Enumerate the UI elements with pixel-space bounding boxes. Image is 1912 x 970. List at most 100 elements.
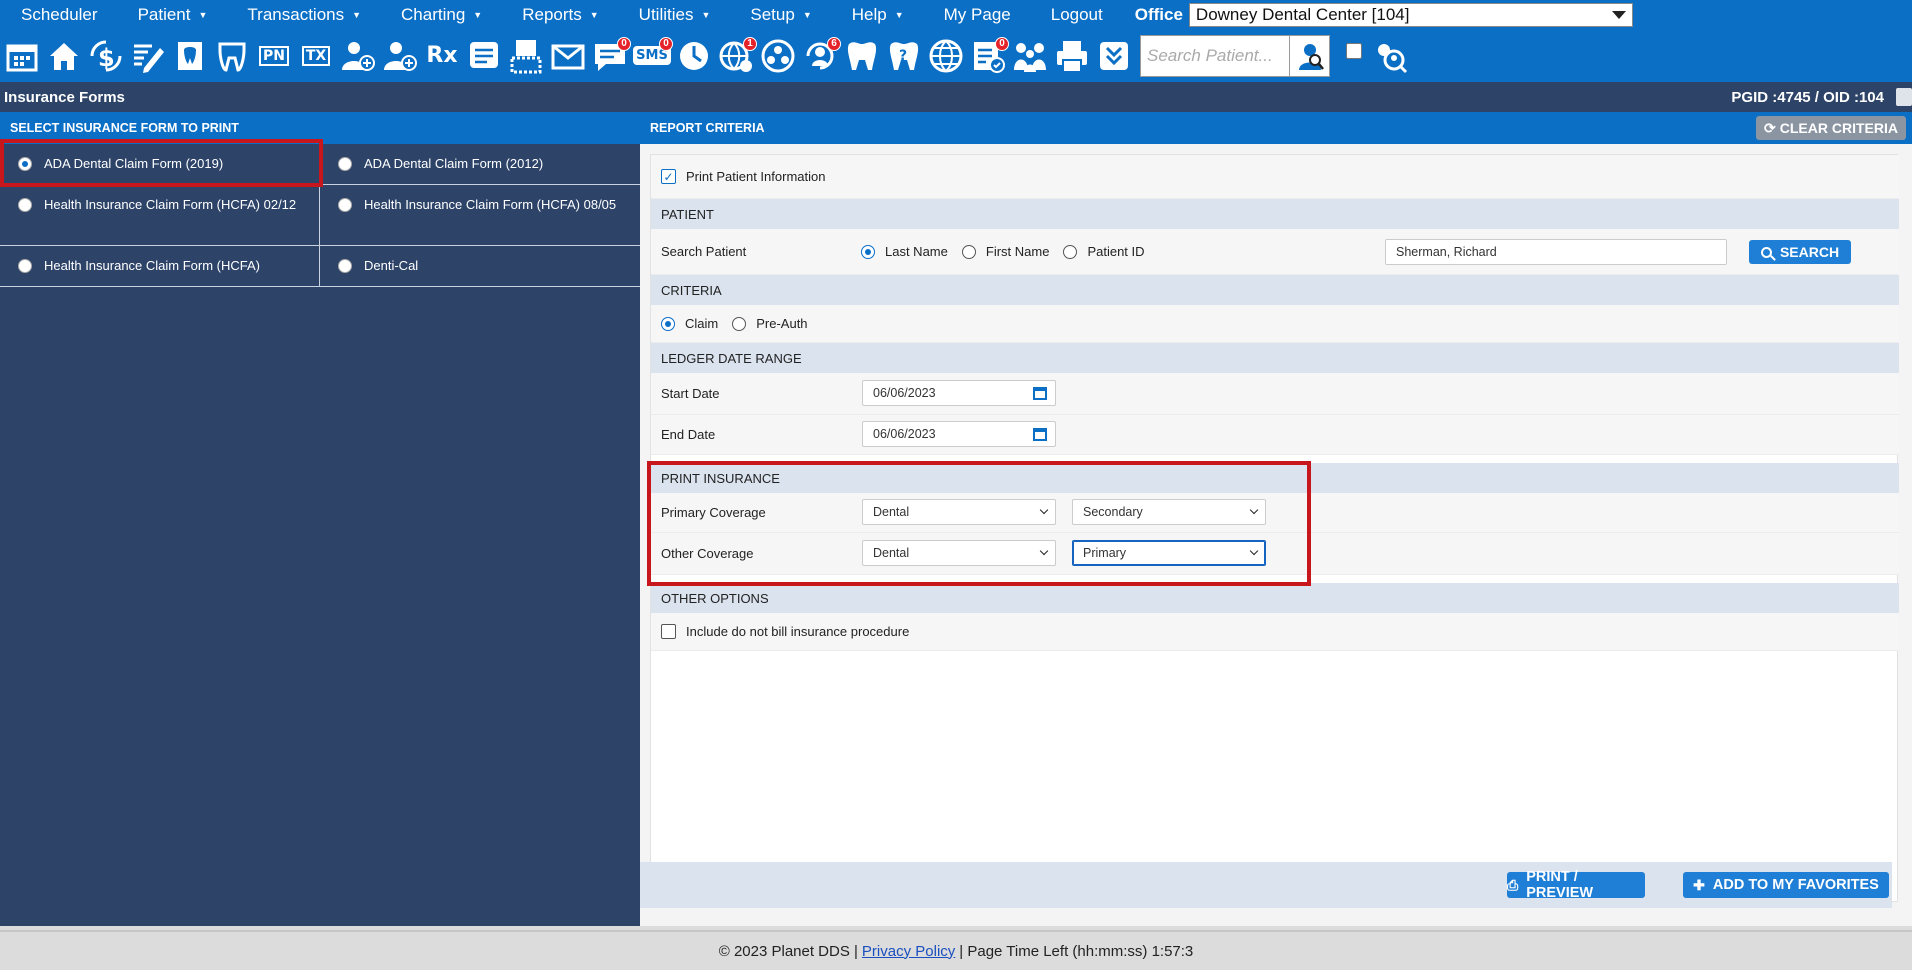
include-dnb-checkbox[interactable] bbox=[661, 624, 676, 639]
caret-down-icon: ▼ bbox=[894, 9, 904, 20]
pre-auth-option[interactable]: Pre-Auth bbox=[732, 316, 808, 331]
report-criteria-header: REPORT CRITERIA ⟳ CLEAR CRITERIA bbox=[640, 112, 1912, 144]
tooth-white-icon[interactable] bbox=[842, 36, 882, 76]
calendar-icon[interactable] bbox=[1033, 386, 1047, 400]
toolbar-checkbox[interactable] bbox=[1346, 42, 1362, 59]
group-search-icon[interactable] bbox=[1370, 36, 1410, 76]
clear-criteria-button[interactable]: ⟳ CLEAR CRITERIA bbox=[1756, 116, 1906, 140]
form-option[interactable]: Health Insurance Claim Form (HCFA) 08/05 bbox=[320, 185, 640, 246]
office-select-value: Downey Dental Center [104] bbox=[1195, 4, 1410, 24]
primary-coverage-type-select[interactable]: Dental bbox=[862, 499, 1056, 525]
form-option[interactable]: Health Insurance Claim Form (HCFA) bbox=[0, 246, 320, 287]
globe-user-icon[interactable]: 1 bbox=[716, 36, 757, 76]
radio-patient-id[interactable] bbox=[1063, 244, 1078, 259]
form-radio[interactable] bbox=[18, 157, 32, 171]
nav-utilities[interactable]: Utilities ▼ bbox=[619, 5, 731, 25]
start-date-label: Start Date bbox=[661, 386, 720, 401]
search-by-last-name[interactable]: Last Name bbox=[861, 244, 948, 259]
nav-help[interactable]: Help ▼ bbox=[832, 5, 924, 25]
tx-icon[interactable]: TX bbox=[296, 36, 336, 76]
primary-coverage-order-select[interactable]: Secondary bbox=[1072, 499, 1266, 525]
search-button-label: SEARCH bbox=[1779, 244, 1840, 260]
claim-type-row: Claim Pre-Auth bbox=[651, 305, 1899, 343]
primary-coverage-label: Primary Coverage bbox=[661, 505, 766, 520]
chevron-down-icon bbox=[1039, 505, 1049, 515]
office-select[interactable]: Downey Dental Center [104] bbox=[1188, 2, 1633, 27]
claim-option[interactable]: Claim bbox=[661, 316, 718, 331]
pencil-note-icon[interactable] bbox=[128, 36, 168, 76]
network-icon[interactable] bbox=[758, 36, 798, 76]
section-ledger-date-range: LEDGER DATE RANGE bbox=[651, 343, 1899, 373]
sms-icon[interactable]: SMS 0 bbox=[632, 36, 673, 76]
form-radio[interactable] bbox=[18, 198, 32, 212]
search-by-patient-id[interactable]: Patient ID bbox=[1063, 244, 1145, 259]
privacy-policy-link[interactable]: Privacy Policy bbox=[862, 943, 955, 960]
patient-search-placeholder: Search Patient... bbox=[1147, 45, 1273, 65]
checklist-icon[interactable]: 0 bbox=[968, 36, 1009, 76]
search-by-first-name[interactable]: First Name bbox=[961, 244, 1049, 259]
calendar-icon[interactable] bbox=[1033, 427, 1047, 441]
family-icon[interactable] bbox=[1010, 36, 1050, 76]
form-selection-panel: SELECT INSURANCE FORM TO PRINT ADA Denta… bbox=[0, 112, 640, 926]
scanner-icon[interactable] bbox=[506, 36, 546, 76]
form-radio[interactable] bbox=[338, 157, 352, 171]
section-criteria: CRITERIA bbox=[651, 275, 1899, 305]
nav-label: Logout bbox=[1050, 4, 1103, 24]
home-icon[interactable] bbox=[44, 36, 84, 76]
form-option[interactable]: Denti-Cal bbox=[320, 246, 640, 287]
notes-icon[interactable] bbox=[464, 36, 504, 76]
copyright-text: © 2023 Planet DDS | bbox=[718, 942, 858, 960]
radio-claim[interactable] bbox=[661, 316, 675, 331]
calendar-icon[interactable] bbox=[2, 36, 42, 76]
printer-icon[interactable] bbox=[1052, 36, 1092, 76]
form-option[interactable]: ADA Dental Claim Form (2012) bbox=[320, 144, 640, 185]
primary-coverage-order-value: Secondary bbox=[1083, 505, 1143, 519]
nav-patient[interactable]: Patient ▼ bbox=[118, 5, 228, 25]
form-option[interactable]: Health Insurance Claim Form (HCFA) 02/12 bbox=[0, 185, 320, 246]
radio-first-name[interactable] bbox=[961, 244, 976, 259]
form-radio[interactable] bbox=[338, 198, 352, 212]
search-button[interactable]: SEARCH bbox=[1749, 240, 1851, 264]
nav-setup[interactable]: Setup ▼ bbox=[730, 5, 831, 25]
download-icon[interactable] bbox=[1094, 36, 1134, 76]
end-date-input[interactable]: 06/06/2023 bbox=[862, 421, 1056, 447]
patient-name-value: Sherman, Richard bbox=[1396, 245, 1497, 259]
print-icon[interactable] bbox=[1896, 88, 1912, 106]
form-option-label: Denti-Cal bbox=[364, 258, 419, 273]
radio-last-name[interactable] bbox=[861, 244, 875, 259]
form-option[interactable]: ADA Dental Claim Form (2019) bbox=[0, 144, 320, 185]
radio-pre-auth[interactable] bbox=[732, 316, 747, 331]
patient-name-input[interactable]: Sherman, Richard bbox=[1385, 239, 1727, 265]
nav-logout[interactable]: Logout bbox=[1031, 5, 1123, 25]
form-list: ADA Dental Claim Form (2019) ADA Dental C… bbox=[0, 144, 640, 287]
pn-icon[interactable]: PN bbox=[254, 36, 294, 76]
other-coverage-order-select[interactable]: Primary bbox=[1072, 540, 1266, 566]
form-radio[interactable] bbox=[18, 259, 32, 273]
nav-reports[interactable]: Reports ▼ bbox=[502, 5, 618, 25]
patient-search-input[interactable]: Search Patient... bbox=[1140, 34, 1290, 77]
clock-icon[interactable] bbox=[674, 36, 714, 76]
patient-search-button[interactable] bbox=[1290, 34, 1330, 77]
start-date-input[interactable]: 06/06/2023 bbox=[862, 380, 1056, 406]
tooth-doc-icon[interactable] bbox=[170, 36, 210, 76]
other-coverage-type-select[interactable]: Dental bbox=[862, 540, 1056, 566]
form-radio[interactable] bbox=[338, 259, 352, 273]
nav-transactions[interactable]: Transactions ▼ bbox=[227, 5, 381, 25]
chat-icon[interactable]: 0 bbox=[590, 36, 631, 76]
print-preview-button[interactable]: ⎙ PRINT / PREVIEW bbox=[1507, 869, 1645, 901]
add-to-favorites-button[interactable]: ✚ ADD TO MY FAVORITES bbox=[1683, 872, 1889, 898]
add-user-icon[interactable] bbox=[380, 36, 420, 76]
nav-my-page[interactable]: My Page bbox=[924, 5, 1031, 25]
refresh-user-icon[interactable]: 6 bbox=[800, 36, 841, 76]
mail-icon[interactable] bbox=[548, 36, 588, 76]
tooth-icon[interactable] bbox=[212, 36, 252, 76]
question-tooth-icon[interactable]: ? bbox=[884, 36, 924, 76]
nav-scheduler[interactable]: Scheduler bbox=[1, 5, 118, 25]
rx-icon[interactable]: Rx bbox=[422, 36, 462, 76]
nav-charting[interactable]: Charting ▼ bbox=[381, 5, 502, 25]
web-icon[interactable] bbox=[926, 36, 966, 76]
tx-text: TX bbox=[301, 45, 331, 66]
dollar-sync-icon[interactable]: $ bbox=[86, 36, 126, 76]
add-patient-icon[interactable] bbox=[338, 36, 378, 76]
print-patient-info-checkbox[interactable] bbox=[661, 169, 676, 184]
